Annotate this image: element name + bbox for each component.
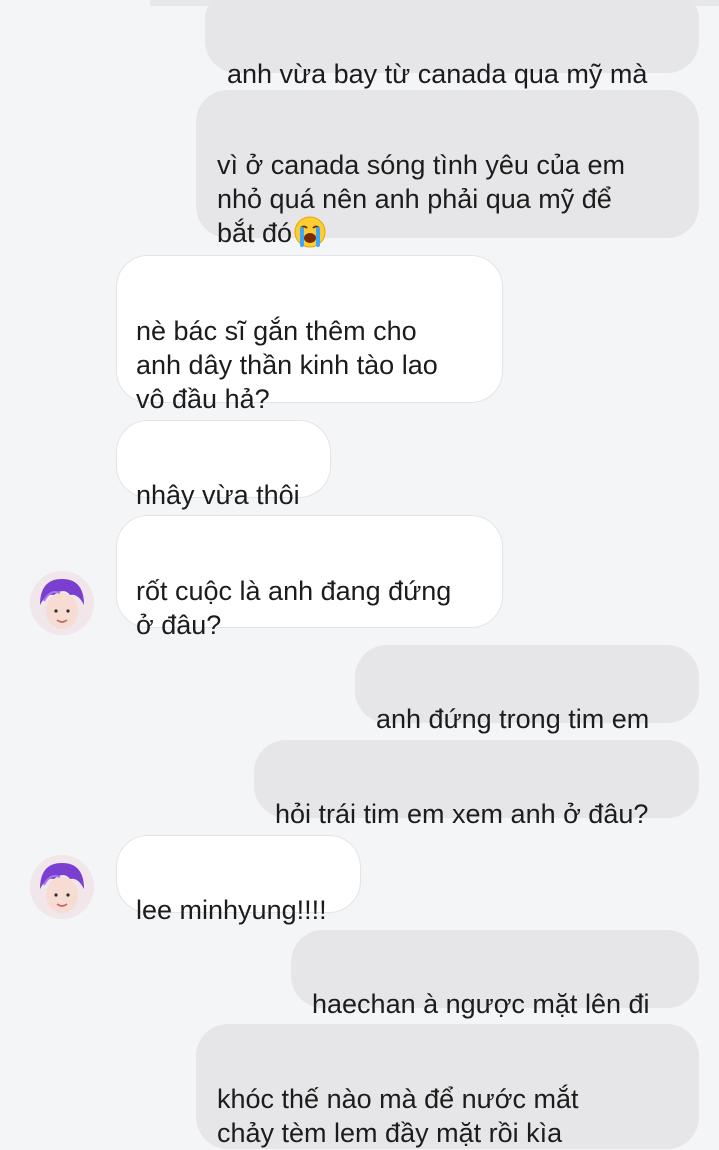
outgoing-message[interactable]: vì ở canada sóng tình yêu của em nhỏ quá… bbox=[196, 90, 699, 248]
message-text: lee minhyung!!!! bbox=[136, 895, 327, 925]
message-text: anh vừa bay từ canada qua mỹ mà bbox=[227, 59, 648, 89]
outgoing-message[interactable]: anh vừa bay từ canada qua mỹ mà bbox=[205, 0, 699, 89]
incoming-message[interactable]: rốt cuộc là anh đang đứng ở đâu? bbox=[116, 515, 503, 640]
contact-avatar[interactable] bbox=[30, 855, 94, 919]
message-text: nhây vừa thôi bbox=[136, 480, 300, 510]
message-text: nè bác sĩ gắn thêm cho anh dây thần kinh… bbox=[136, 316, 438, 414]
incoming-message[interactable]: nhây vừa thôi bbox=[116, 420, 331, 510]
message-text: anh đứng trong tim em bbox=[376, 704, 650, 734]
contact-avatar[interactable] bbox=[30, 571, 94, 635]
message-text: vì ở canada sóng tình yêu của em nhỏ quá… bbox=[217, 150, 625, 248]
chat-thread[interactable]: anh vừa bay từ canada qua mỹ mà vì ở can… bbox=[0, 0, 719, 1149]
loudly-crying-face-emoji bbox=[294, 216, 326, 248]
outgoing-message[interactable]: hỏi trái tim em xem anh ở đâu? bbox=[254, 740, 699, 829]
outgoing-message[interactable]: anh đứng trong tim em bbox=[355, 645, 699, 734]
message-text: khóc thế nào mà để nước mắt chảy tèm lem… bbox=[217, 1084, 579, 1148]
outgoing-message[interactable]: haechan à ngược mặt lên đi bbox=[291, 930, 699, 1019]
outgoing-message[interactable]: khóc thế nào mà để nước mắt chảy tèm lem… bbox=[196, 1024, 699, 1149]
incoming-message[interactable]: nè bác sĩ gắn thêm cho anh dây thần kinh… bbox=[116, 255, 503, 414]
incoming-message[interactable]: lee minhyung!!!! bbox=[116, 835, 361, 925]
message-text: hỏi trái tim em xem anh ở đâu? bbox=[275, 799, 649, 829]
message-text: haechan à ngược mặt lên đi bbox=[312, 989, 650, 1019]
message-text: rốt cuộc là anh đang đứng ở đâu? bbox=[136, 576, 452, 640]
